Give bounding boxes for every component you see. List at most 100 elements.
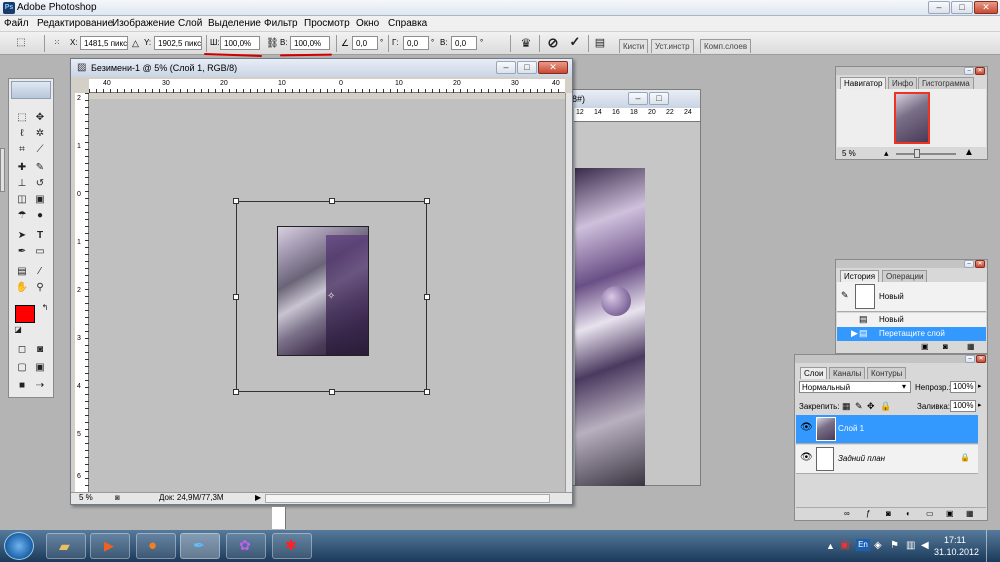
zoom-slider[interactable] (896, 153, 956, 155)
shape-tool-icon[interactable]: ▭ (33, 245, 47, 259)
navigator-zoom[interactable]: 5 % (842, 149, 856, 158)
volume-icon[interactable]: ◀ (921, 540, 929, 551)
menu-layer[interactable]: Слой (178, 18, 202, 29)
taskbar-paint-app[interactable]: ✿ (226, 533, 266, 559)
tab-navigator[interactable]: Навигатор (840, 77, 887, 89)
lasso-tool-icon[interactable]: ℓ (15, 127, 29, 141)
opacity-field[interactable]: 100% (950, 381, 976, 393)
layer-row-selected[interactable]: 👁 Слой 1 (796, 415, 978, 444)
eye-visibility-icon[interactable]: 👁 (800, 452, 813, 463)
back-doc-minimize-button[interactable]: – (628, 92, 648, 105)
new-group-icon[interactable]: ▭ (926, 509, 934, 518)
tab-history[interactable]: История (840, 270, 880, 282)
history-snapshot-row[interactable]: ✎ Новый (837, 282, 986, 312)
navigator-close-button[interactable]: ✕ (975, 67, 985, 75)
tray-icon[interactable]: ◈ (874, 540, 882, 551)
transform-handle-bottom[interactable] (329, 389, 335, 395)
tab-histogram[interactable]: Гистограмма (918, 77, 974, 89)
layers-close-button[interactable]: ✕ (976, 355, 986, 363)
clone-stamp-icon[interactable]: ⊥ (15, 177, 29, 191)
menu-edit[interactable]: Редактирование (37, 18, 113, 29)
link-layers-icon[interactable]: ∞ (844, 509, 850, 518)
delete-state-icon[interactable]: ▦ (967, 342, 975, 351)
zoom-in-icon[interactable]: ▲ (964, 147, 974, 158)
screen-mode-standard-icon[interactable]: ▢ (15, 361, 29, 375)
menu-image[interactable]: Изображение (112, 18, 175, 29)
taskbar-explorer[interactable]: ▰ (46, 533, 86, 559)
transform-handle-top-left[interactable] (233, 198, 239, 204)
eraser-icon[interactable]: ◫ (15, 193, 29, 207)
minimize-button[interactable]: – (928, 1, 950, 14)
quick-mask-icon[interactable]: ◙ (33, 343, 47, 357)
taskbar-photoshop[interactable]: ✒ (180, 533, 220, 559)
zoom-out-icon[interactable]: ▴ (884, 148, 889, 159)
taskbar-firefox[interactable]: ● (136, 533, 176, 559)
menu-file[interactable]: Файл (4, 18, 29, 29)
document-window[interactable]: ▨ Безимени-1 @ 5% (Слой 1, RGB/8) – □ ✕ … (70, 58, 573, 505)
language-indicator[interactable]: En (856, 539, 870, 551)
file-browser-icon[interactable]: ▤ (593, 36, 607, 50)
tab-layers[interactable]: Слои (800, 367, 828, 379)
crop-tool-icon[interactable]: ⌗ (15, 143, 29, 157)
layer-row[interactable]: 👁 Задний план 🔒 (796, 445, 978, 474)
clock-time[interactable]: 17:11 (944, 535, 966, 545)
hskew-field[interactable]: 0,0 (403, 36, 429, 50)
angle-field[interactable]: 0,0 (352, 36, 378, 50)
vertical-ruler[interactable]: 2 1 0 1 2 3 4 5 6 (75, 93, 89, 492)
height-field[interactable]: 100,0% (290, 36, 330, 50)
tab-channels[interactable]: Каналы (829, 367, 866, 379)
healing-brush-icon[interactable]: ✚ (15, 161, 29, 175)
horizontal-scrollbar[interactable] (265, 494, 550, 503)
fill-arrow-icon[interactable]: ▸ (978, 401, 982, 409)
screen-mode-full-icon[interactable]: ▣ (33, 361, 47, 375)
menu-window[interactable]: Окно (356, 18, 379, 29)
foreground-color-swatch[interactable] (15, 305, 35, 323)
flag-icon[interactable]: ⚑ (890, 540, 899, 551)
slice-tool-icon[interactable]: ⟋ (33, 143, 47, 157)
notes-tool-icon[interactable]: ▤ (15, 265, 29, 279)
status-info-icon[interactable]: ◙ (115, 493, 120, 502)
clock-date[interactable]: 31.10.2012 (934, 547, 979, 557)
magic-wand-icon[interactable]: ✲ (33, 127, 47, 141)
fill-field[interactable]: 100% (950, 400, 976, 412)
back-doc-maximize-button[interactable]: □ (649, 92, 669, 105)
delta-icon[interactable]: △ (132, 38, 139, 49)
lock-pixels-icon[interactable]: ✎ (855, 401, 863, 412)
transform-handle-bottom-left[interactable] (233, 389, 239, 395)
history-item[interactable]: ▤ Новый (837, 313, 986, 327)
eyedropper-icon[interactable]: ⁄ (33, 265, 47, 279)
lock-all-icon[interactable]: 🔒 (880, 401, 891, 412)
zoom-tool-icon[interactable]: ⚲ (33, 281, 47, 295)
maximize-button[interactable]: □ (951, 1, 973, 14)
transform-handle-right[interactable] (424, 294, 430, 300)
taskbar-red-app[interactable]: ✱ (272, 533, 312, 559)
show-hidden-icons-icon[interactable]: ▲ (826, 541, 835, 551)
blur-tool-icon[interactable]: ☂ (15, 209, 29, 223)
hand-tool-icon[interactable]: ✋ (15, 281, 29, 295)
cancel-transform-icon[interactable]: ⊘ (546, 36, 560, 50)
delete-layer-icon[interactable]: ▦ (966, 509, 974, 518)
tab-paths[interactable]: Контуры (867, 367, 907, 379)
menu-filter[interactable]: Фильтр (264, 18, 298, 29)
transform-handle-left[interactable] (233, 294, 239, 300)
start-button[interactable] (4, 532, 34, 560)
history-item-selected[interactable]: ▶ ▤ Перетащите слой (837, 327, 986, 341)
horizontal-ruler[interactable]: 40 30 20 10 0 10 20 30 40 (89, 79, 565, 93)
taskbar-media-player[interactable]: ▶ (90, 533, 130, 559)
standard-mode-icon[interactable]: ◻ (15, 343, 29, 357)
status-menu-arrow-icon[interactable]: ▶ (255, 493, 261, 502)
blend-mode-select[interactable]: Нормальный ▾ (799, 381, 911, 393)
adjustment-layer-icon[interactable]: ◐ (906, 509, 911, 518)
history-brush-icon[interactable]: ↺ (33, 177, 47, 191)
new-layer-icon[interactable]: ▣ (946, 509, 954, 518)
navigator-thumbnail[interactable] (894, 92, 930, 144)
document-title-bar[interactable]: ▨ Безимени-1 @ 5% (Слой 1, RGB/8) – □ ✕ (71, 59, 572, 77)
link-chain-icon[interactable]: ⛓ (266, 38, 279, 49)
add-mask-icon[interactable]: ◙ (886, 509, 891, 518)
transform-center-icon[interactable]: ✧ (327, 291, 335, 302)
eye-visibility-icon[interactable]: 👁 (800, 422, 813, 433)
gradient-tool-icon[interactable]: ▣ (33, 193, 47, 207)
doc-minimize-button[interactable]: – (496, 61, 516, 74)
vertical-scrollbar[interactable] (565, 93, 572, 492)
close-button[interactable]: ✕ (974, 1, 998, 14)
